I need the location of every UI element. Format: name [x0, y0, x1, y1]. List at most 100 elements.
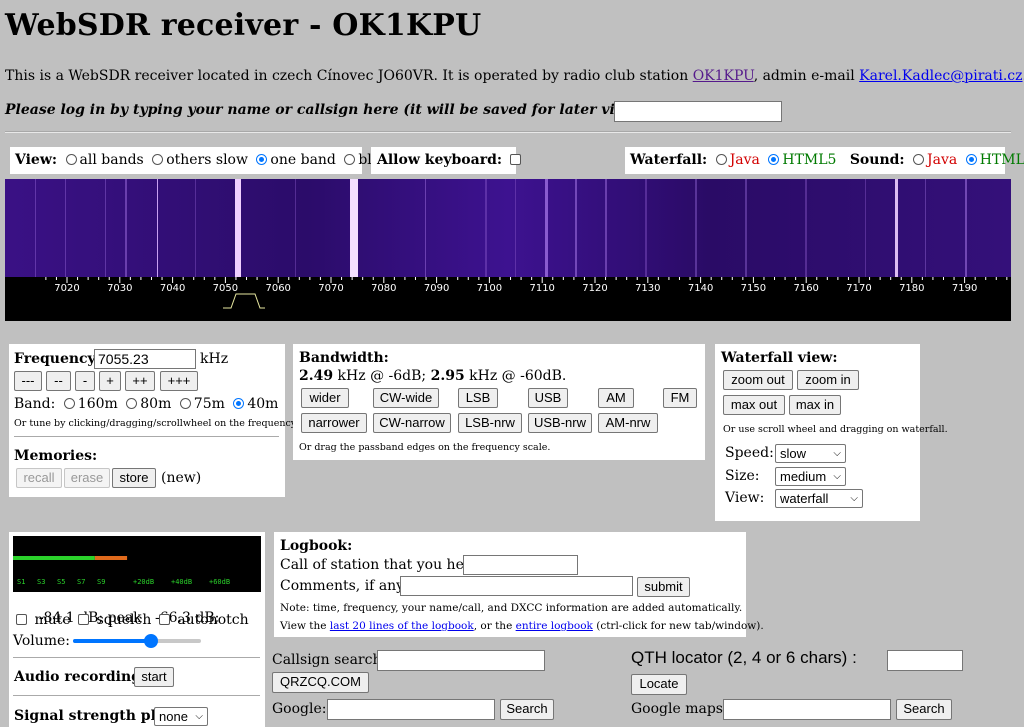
locate-button[interactable]: Locate — [631, 674, 687, 695]
step-down-1-button[interactable]: - — [75, 371, 95, 391]
google-maps-search-button[interactable]: Search — [896, 699, 952, 720]
waterfall-signal-trace — [35, 179, 36, 277]
waterfall-signal-trace — [350, 179, 358, 277]
logbook-last-20-link[interactable]: last 20 lines of the logbook — [330, 620, 474, 632]
memory-store-button[interactable]: store — [112, 468, 156, 488]
waterfall-html5-radio[interactable] — [768, 154, 780, 165]
band-radio-40m[interactable] — [233, 398, 245, 409]
scale-label: 7180 — [899, 283, 924, 294]
frequency-scale[interactable]: 7020 7030 7040 7050 7060 7070 7080 7090 7100 7110… — [5, 277, 1011, 321]
frequency-input[interactable] — [94, 349, 196, 369]
view-option-all-bands: all bands — [79, 152, 144, 168]
max-in-button[interactable]: max in — [789, 395, 841, 415]
step-up-3-button[interactable]: +++ — [160, 371, 198, 391]
callsign-search-label: Callsign search: — [272, 652, 387, 668]
smeter-scale-label: S5 — [57, 578, 65, 586]
logbook-call-input[interactable] — [463, 555, 578, 575]
volume-slider[interactable] — [73, 634, 201, 648]
waterfall-java-radio[interactable] — [715, 154, 727, 165]
qth-input[interactable] — [887, 650, 963, 671]
chevron-down-icon: ⌵ — [195, 711, 203, 722]
speed-select[interactable]: slow ⌵ — [775, 444, 846, 463]
logbook-submit-button[interactable]: submit — [637, 577, 690, 597]
step-down-3-button[interactable]: --- — [14, 371, 42, 391]
logbook-comments-input[interactable] — [400, 576, 633, 596]
view-radio-blind[interactable] — [344, 154, 356, 165]
step-up-1-button[interactable]: + — [99, 371, 121, 391]
band-radio-75m[interactable] — [179, 398, 191, 409]
volume-thumb[interactable] — [143, 634, 158, 648]
scale-label: 7070 — [318, 283, 343, 294]
bw-lsb-nrw-button[interactable]: LSB-nrw — [458, 413, 522, 433]
waterfall-sound-panel: Waterfall: Java HTML5 Sound: Java HTML5 — [625, 147, 1024, 174]
waterfall-html5-label: HTML5 — [782, 152, 837, 168]
smeter-scale-label: S1 — [17, 578, 25, 586]
view-radio-others-slow[interactable] — [152, 154, 164, 165]
google-search-button[interactable]: Search — [500, 699, 554, 720]
bw-usb-button[interactable]: USB — [528, 388, 568, 408]
page-title: WebSDR receiver - OK1KPU — [5, 8, 482, 43]
step-down-2-button[interactable]: -- — [46, 371, 71, 391]
scale-label: 7100 — [477, 283, 502, 294]
step-up-2-button[interactable]: ++ — [125, 371, 155, 391]
squelch-checkbox[interactable] — [78, 614, 90, 625]
band-radio-160m[interactable] — [63, 398, 75, 409]
size-label: Size: — [725, 468, 760, 484]
scale-label: 7030 — [107, 283, 132, 294]
bw-cw-narrow-button[interactable]: CW-narrow — [373, 413, 451, 433]
band-radio-80m[interactable] — [126, 398, 138, 409]
mute-label: mute — [34, 612, 71, 628]
band-label: Band: — [14, 396, 56, 412]
signal-plot-select[interactable]: none ⌵ — [154, 707, 208, 726]
login-input[interactable] — [614, 101, 782, 122]
bw-cw-wide-button[interactable]: CW-wide — [373, 388, 439, 408]
audio-recording-start-button[interactable]: start — [134, 667, 174, 687]
intro-text: This is a WebSDR receiver located in cze… — [5, 68, 1024, 84]
view-mode-select[interactable]: waterfall ⌵ — [775, 489, 863, 508]
sound-html5-radio[interactable] — [965, 154, 977, 165]
bw-narrower-button[interactable]: narrower — [301, 413, 367, 433]
bw-wider-button[interactable]: wider — [301, 388, 349, 408]
bw-usb-nrw-button[interactable]: USB-nrw — [528, 413, 592, 433]
chevron-down-icon: ⌵ — [833, 448, 841, 459]
view-radio-one-band[interactable] — [256, 154, 268, 165]
bandwidth-panel: Bandwidth: 2.49 kHz @ -6dB; 2.95 kHz @ -… — [293, 344, 705, 460]
google-maps-input[interactable] — [723, 699, 891, 720]
callsign-search-input[interactable] — [377, 650, 545, 671]
bw-lsb-button[interactable]: LSB — [458, 388, 498, 408]
logbook-entire-link[interactable]: entire logbook — [516, 620, 593, 632]
autonotch-checkbox[interactable] — [158, 614, 170, 625]
waterfall-view-label: Waterfall view: — [721, 350, 838, 366]
view-radio-all-bands[interactable] — [65, 154, 77, 165]
size-select[interactable]: medium ⌵ — [775, 467, 846, 486]
waterfall-signal-trace — [195, 179, 196, 277]
bw-fm-button[interactable]: FM — [663, 388, 697, 408]
waterfall-signal-trace — [865, 179, 866, 277]
keyboard-checkbox[interactable] — [509, 154, 521, 165]
logbook-note: Note: time, frequency, your name/call, a… — [280, 602, 743, 614]
bw-am-nrw-button[interactable]: AM-nrw — [598, 413, 658, 433]
bw-am-button[interactable]: AM — [598, 388, 634, 408]
qrzcq-button[interactable]: QRZCQ.COM — [272, 672, 369, 693]
keyboard-label: Allow keyboard: — [377, 152, 503, 168]
google-search-input[interactable] — [327, 699, 495, 720]
waterfall-view-panel: Waterfall view: zoom out zoom in max out… — [715, 344, 948, 521]
station-link[interactable]: OK1KPU — [693, 68, 754, 84]
speed-value: slow — [780, 446, 807, 461]
smeter-divider-2 — [13, 695, 260, 696]
memory-erase-button[interactable]: erase — [64, 468, 110, 488]
sound-java-radio[interactable] — [913, 154, 925, 165]
mute-checkbox[interactable] — [16, 614, 27, 625]
zoom-in-button[interactable]: zoom in — [797, 370, 859, 390]
view-panel: View: all bands others slow one band bli… — [10, 147, 394, 174]
max-out-button[interactable]: max out — [723, 395, 785, 415]
waterfall-signal-trace — [895, 179, 898, 277]
email-link[interactable]: Karel.Kadlec@pirati.cz — [859, 68, 1022, 84]
waterfall-display[interactable] — [5, 179, 1011, 277]
waterfall-signal-trace — [925, 179, 926, 277]
speed-label: Speed: — [725, 445, 774, 461]
signal-plot-label: Signal strength plot: — [14, 708, 177, 724]
zoom-out-button[interactable]: zoom out — [723, 370, 793, 390]
memory-recall-button[interactable]: recall — [16, 468, 62, 488]
sound-java-label: Java — [927, 152, 958, 168]
